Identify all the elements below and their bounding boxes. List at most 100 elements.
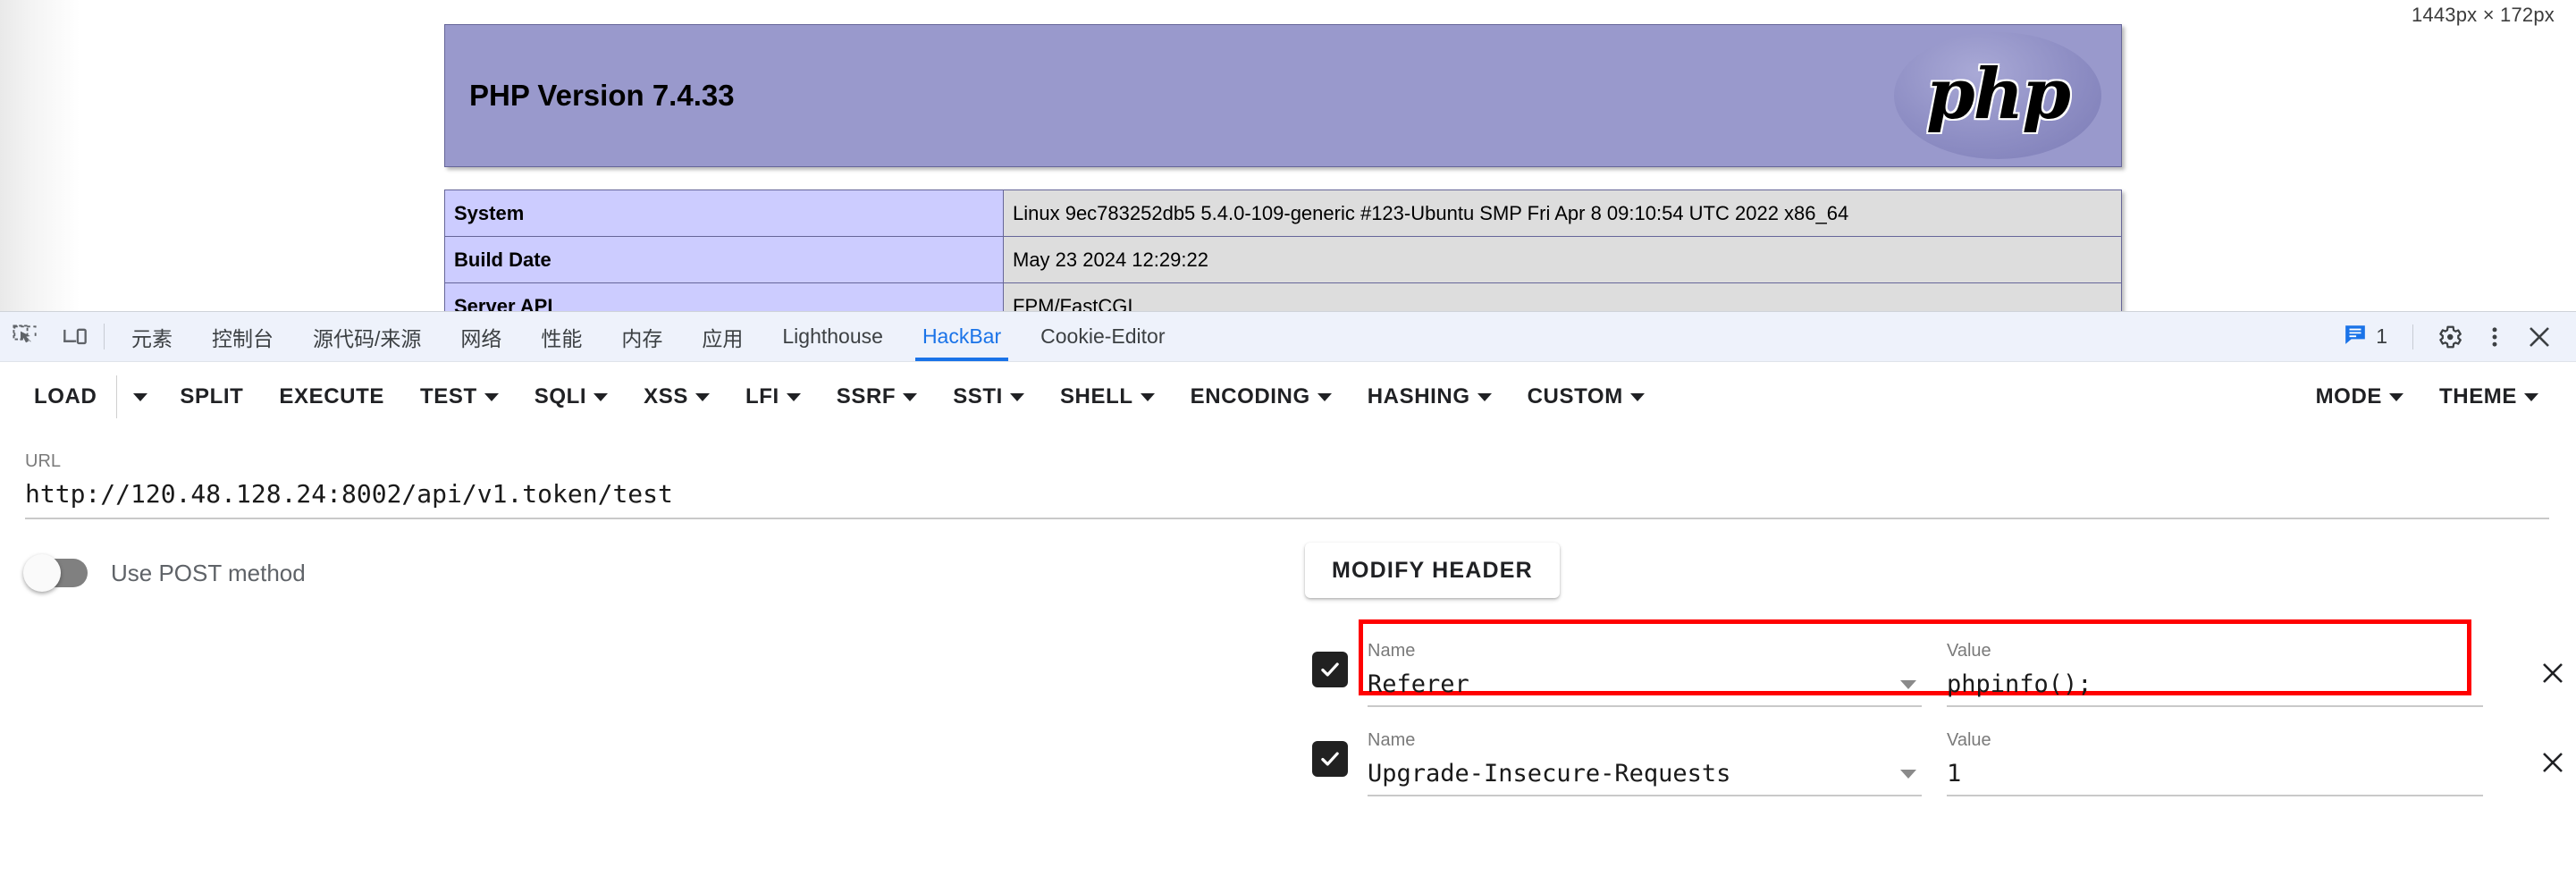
button-label: SQLI — [534, 384, 587, 409]
hackbar-encoding-menu[interactable]: ENCODING — [1173, 372, 1350, 422]
hackbar-theme-menu[interactable]: THEME — [2421, 372, 2556, 422]
remove-header-icon[interactable] — [2535, 655, 2571, 691]
chevron-down-icon — [484, 392, 499, 401]
header-value-input[interactable]: phpinfo(); — [1947, 670, 2483, 698]
chevron-down-icon — [695, 392, 710, 401]
chevron-down-icon — [786, 392, 801, 401]
hackbar-left-column: Use POST method — [0, 543, 1296, 796]
header-value-input[interactable]: 1 — [1947, 760, 2483, 788]
header-enabled-checkbox[interactable] — [1312, 741, 1348, 777]
button-label: SHELL — [1059, 384, 1133, 409]
tab-sources[interactable]: 源代码/来源 — [293, 312, 441, 361]
header-value-label: Value — [1947, 641, 1991, 661]
tab-label: 网络 — [460, 326, 502, 350]
hackbar-test-menu[interactable]: TEST — [402, 372, 517, 422]
console-message-count: 1 — [2376, 324, 2387, 348]
header-value-field[interactable]: Value phpinfo(); — [1947, 641, 2483, 707]
header-name-input[interactable]: Referer — [1368, 670, 1922, 698]
tab-memory[interactable]: 内存 — [602, 312, 682, 361]
url-field[interactable]: URL http://120.48.128.24:8002/api/v1.tok… — [25, 451, 2549, 519]
tab-label: 控制台 — [212, 326, 274, 350]
tab-label: 源代码/来源 — [313, 326, 422, 350]
hackbar-split-button[interactable]: SPLIT — [162, 372, 261, 422]
phpinfo-value: Linux 9ec783252db5 5.4.0-109-generic #12… — [1003, 190, 2122, 237]
gear-icon[interactable] — [2429, 316, 2471, 358]
hackbar-xss-menu[interactable]: XSS — [626, 372, 728, 422]
tab-performance[interactable]: 性能 — [521, 312, 602, 361]
chevron-down-icon[interactable] — [1900, 680, 1916, 689]
devtools-tabbar: 元素 控制台 源代码/来源 网络 性能 内存 应用 Lighthouse Hac… — [0, 312, 2576, 362]
hackbar-lfi-menu[interactable]: LFI — [728, 372, 819, 422]
tab-label: 应用 — [702, 326, 744, 350]
tab-elements[interactable]: 元素 — [112, 312, 192, 361]
phpinfo-key: System — [444, 190, 1004, 237]
hackbar-custom-menu[interactable]: CUSTOM — [1510, 372, 1663, 422]
hackbar-ssti-menu[interactable]: SSTI — [935, 372, 1042, 422]
button-label: CUSTOM — [1527, 384, 1623, 409]
hackbar-shell-menu[interactable]: SHELL — [1042, 372, 1173, 422]
hackbar-ssrf-menu[interactable]: SSRF — [819, 372, 935, 422]
close-icon[interactable] — [2519, 316, 2560, 358]
tab-lighthouse[interactable]: Lighthouse — [762, 312, 903, 361]
button-label: LOAD — [34, 384, 97, 409]
inspect-element-icon[interactable] — [0, 312, 50, 361]
tab-label: 性能 — [541, 326, 583, 350]
hackbar-load-divider — [116, 375, 118, 418]
tab-label: HackBar — [922, 324, 1002, 348]
button-label: SSRF — [836, 384, 897, 409]
hackbar-hashing-menu[interactable]: HASHING — [1350, 372, 1510, 422]
hackbar-execute-button[interactable]: EXECUTE — [261, 372, 402, 422]
toggle-knob — [23, 554, 61, 592]
chevron-down-icon — [903, 392, 918, 401]
header-enabled-checkbox[interactable] — [1312, 652, 1348, 687]
button-label: EXECUTE — [279, 384, 384, 409]
devtools-panel: 元素 控制台 源代码/来源 网络 性能 内存 应用 Lighthouse Hac… — [0, 311, 2576, 876]
php-logo-text: php — [1926, 53, 2071, 135]
tab-label: 内存 — [621, 326, 663, 350]
phpinfo-value: May 23 2024 12:29:22 — [1003, 236, 2122, 283]
console-message-badge[interactable]: 1 — [2335, 323, 2396, 350]
button-label: SSTI — [953, 384, 1003, 409]
button-label: SPLIT — [180, 384, 244, 409]
hackbar-mode-menu[interactable]: MODE — [2298, 372, 2421, 422]
post-method-row: Use POST method — [23, 554, 1296, 592]
url-input[interactable]: http://120.48.128.24:8002/api/v1.token/t… — [25, 479, 2549, 509]
use-post-method-toggle[interactable] — [23, 554, 88, 592]
tab-console[interactable]: 控制台 — [192, 312, 293, 361]
button-label: ENCODING — [1190, 384, 1310, 409]
tab-cookie-editor[interactable]: Cookie-Editor — [1021, 312, 1184, 361]
hackbar-sqli-menu[interactable]: SQLI — [517, 372, 626, 422]
hackbar-right-column: MODIFY HEADER Name Referer Value phpinfo… — [1296, 543, 2576, 796]
php-version-banner: PHP Version 7.4.33 php — [444, 24, 2122, 167]
tabbar-divider — [104, 324, 105, 350]
tab-hackbar[interactable]: HackBar — [903, 312, 1021, 361]
chevron-down-icon — [1629, 392, 1645, 401]
tab-application[interactable]: 应用 — [682, 312, 762, 361]
hackbar-load-button[interactable]: LOAD — [16, 372, 114, 422]
hackbar-toolbar: LOAD SPLIT EXECUTE TEST SQLI XSS LFI SSR… — [0, 362, 2576, 432]
button-label: TEST — [419, 384, 477, 409]
hackbar-load-dropdown[interactable] — [119, 372, 162, 422]
header-row: Name Referer Value phpinfo(); — [1296, 618, 2576, 707]
kebab-menu-icon[interactable] — [2474, 316, 2515, 358]
chevron-down-icon — [1140, 392, 1155, 401]
chevron-down-icon — [1317, 392, 1332, 401]
tab-label: Lighthouse — [782, 324, 883, 348]
header-value-field[interactable]: Value 1 — [1947, 730, 2483, 796]
phpinfo-content: PHP Version 7.4.33 php System Linux 9ec7… — [444, 24, 2122, 311]
phpinfo-key: Server API — [444, 282, 1004, 311]
devtools-tab-list: 元素 控制台 源代码/来源 网络 性能 内存 应用 Lighthouse Hac… — [112, 312, 1184, 361]
page-left-shade — [0, 0, 80, 311]
header-name-input[interactable]: Upgrade-Insecure-Requests — [1368, 760, 1922, 788]
remove-header-icon[interactable] — [2535, 745, 2571, 780]
button-label: LFI — [745, 384, 779, 409]
tab-label: 元素 — [131, 326, 173, 350]
chevron-down-icon[interactable] — [1900, 770, 1916, 779]
modify-header-button[interactable]: MODIFY HEADER — [1305, 543, 1560, 598]
header-name-field[interactable]: Name Referer — [1368, 641, 1922, 707]
device-toolbar-icon[interactable] — [50, 312, 100, 361]
tab-network[interactable]: 网络 — [441, 312, 521, 361]
php-version-title: PHP Version 7.4.33 — [469, 79, 735, 112]
header-name-field[interactable]: Name Upgrade-Insecure-Requests — [1368, 730, 1922, 796]
chevron-down-icon — [2524, 392, 2538, 401]
